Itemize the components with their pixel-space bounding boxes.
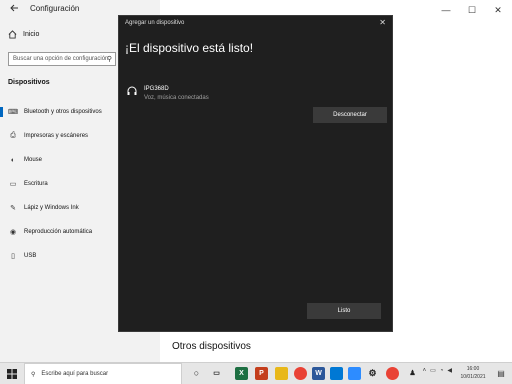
cortana-icon[interactable]: ○ bbox=[190, 367, 203, 380]
sidebar-item-label: Bluetooth y otros dispositivos bbox=[24, 109, 102, 115]
start-button[interactable] bbox=[0, 363, 24, 384]
windows-logo-icon bbox=[7, 369, 17, 379]
chrome-icon[interactable] bbox=[294, 367, 307, 380]
taskbar-search-input[interactable]: ⚲ Escribe aquí para buscar bbox=[24, 363, 182, 384]
dialog-title: Agregar un dispositivo bbox=[125, 20, 185, 26]
clock-time: 16:00 bbox=[466, 366, 480, 372]
sidebar-item-label: Lápiz y Windows Ink bbox=[24, 205, 79, 211]
taskbar-clock[interactable]: 16:00 10/01/2021 bbox=[458, 365, 488, 381]
settings-search-input[interactable]: Buscar una opción de configuración ⚲ bbox=[8, 52, 116, 66]
task-view-icon[interactable]: ▭ bbox=[210, 367, 223, 380]
zoom-icon[interactable] bbox=[348, 367, 361, 380]
sidebar-item-label: USB bbox=[24, 253, 37, 259]
search-placeholder: Buscar una opción de configuración bbox=[13, 56, 109, 62]
minimize-icon: — bbox=[441, 5, 451, 15]
printer-icon: ⎙ bbox=[10, 132, 16, 139]
notification-center-button[interactable]: ▤ bbox=[494, 367, 508, 381]
people-icon[interactable]: ♟ bbox=[406, 367, 419, 380]
bluetooth-icon: ⌨ bbox=[8, 109, 19, 116]
search-icon: ⚲ bbox=[106, 56, 112, 63]
dialog-titlebar: Agregar un dispositivo ✕ bbox=[119, 16, 392, 32]
autoplay-icon: ◉ bbox=[9, 229, 17, 236]
clock-date: 10/01/2021 bbox=[460, 374, 486, 380]
word-icon[interactable]: W bbox=[312, 367, 325, 380]
volume-icon[interactable]: ◀ bbox=[447, 367, 452, 374]
done-button[interactable]: Listo bbox=[307, 303, 381, 319]
section-label: Dispositivos bbox=[8, 79, 50, 86]
add-device-dialog: Agregar un dispositivo ✕ ¡El dispositivo… bbox=[118, 15, 393, 332]
sidebar-home[interactable]: Inicio bbox=[8, 30, 39, 39]
other-devices-heading: Otros dispositivos bbox=[172, 341, 251, 352]
back-button[interactable] bbox=[6, 3, 22, 17]
chrome-icon[interactable] bbox=[386, 367, 399, 380]
wifi-icon[interactable]: ◔ bbox=[440, 368, 444, 374]
close-icon: ✕ bbox=[494, 5, 502, 15]
dialog-close-button[interactable]: ✕ bbox=[379, 18, 386, 27]
taskbar: ⚲ Escribe aquí para buscar ○ ▭ X P W ⚙ ♟… bbox=[0, 362, 512, 384]
mouse-icon: ◐ bbox=[10, 156, 16, 164]
device-status: Voz, música conectadas bbox=[144, 95, 209, 101]
home-icon bbox=[8, 30, 17, 39]
battery-icon[interactable]: ▭ bbox=[430, 367, 436, 374]
close-window-button[interactable]: ✕ bbox=[490, 3, 506, 17]
search-icon: ⚲ bbox=[31, 371, 36, 378]
close-icon: ✕ bbox=[379, 18, 386, 27]
settings-gear-icon[interactable]: ⚙ bbox=[366, 367, 379, 380]
notification-icon: ▤ bbox=[497, 369, 505, 378]
sidebar-item-label: Reproducción automática bbox=[24, 229, 93, 235]
keyboard-icon: ▭ bbox=[9, 181, 17, 188]
system-tray: ˄ ▭ ◔ ◀ bbox=[423, 367, 452, 375]
outlook-icon[interactable] bbox=[330, 367, 343, 380]
app-title: Configuración bbox=[30, 4, 80, 13]
minimize-button[interactable]: — bbox=[438, 3, 454, 17]
sidebar-item-label: Escritura bbox=[24, 181, 48, 187]
maximize-icon: ☐ bbox=[467, 5, 477, 15]
sidebar-item-label: Impresoras y escáneres bbox=[24, 133, 89, 139]
powerpoint-icon[interactable]: P bbox=[255, 367, 268, 380]
home-label: Inicio bbox=[23, 31, 40, 38]
file-explorer-icon[interactable] bbox=[275, 367, 288, 380]
usb-icon: ▯ bbox=[11, 253, 15, 260]
chevron-up-icon[interactable]: ˄ bbox=[423, 368, 427, 374]
disconnect-button[interactable]: Desconectar bbox=[313, 107, 387, 123]
pen-icon: ✎ bbox=[10, 205, 16, 212]
maximize-button[interactable]: ☐ bbox=[464, 3, 480, 17]
headset-icon bbox=[127, 86, 137, 95]
back-arrow-icon bbox=[10, 4, 18, 12]
dialog-heading: ¡El dispositivo está listo! bbox=[125, 41, 254, 55]
excel-icon[interactable]: X bbox=[235, 367, 248, 380]
sidebar-item-label: Mouse bbox=[24, 157, 43, 163]
device-name: IPG368D bbox=[144, 86, 169, 92]
taskbar-search-placeholder: Escribe aquí para buscar bbox=[41, 371, 109, 377]
